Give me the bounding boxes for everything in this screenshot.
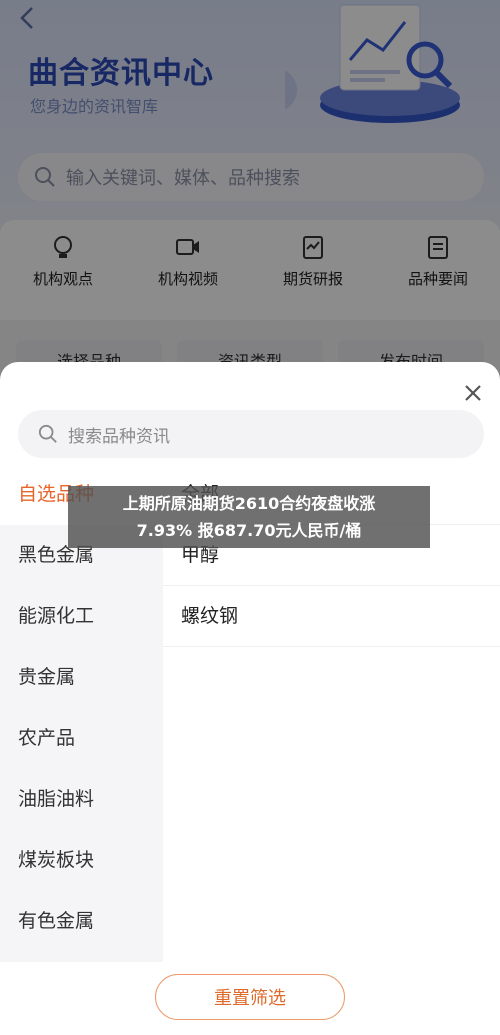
commodity-search-input[interactable]: 搜索品种资讯 bbox=[18, 410, 484, 458]
headline-line2: 7.93% 报687.70元人民币/桶 bbox=[136, 521, 362, 540]
category-item[interactable]: 有色金属 bbox=[0, 891, 163, 952]
headline-line1: 上期所原油期货2610合约夜盘收涨 bbox=[122, 494, 376, 513]
search-icon bbox=[38, 424, 57, 443]
reset-filter-button[interactable]: 重置筛选 bbox=[155, 974, 345, 1020]
category-item[interactable]: 贵金属 bbox=[0, 647, 163, 708]
commodity-item[interactable]: 螺纹钢 bbox=[163, 586, 500, 647]
commodity-search-placeholder: 搜索品种资讯 bbox=[68, 426, 170, 447]
category-item[interactable]: 能源化工 bbox=[0, 586, 163, 647]
category-item[interactable]: 农产品 bbox=[0, 708, 163, 769]
headline-toast: 上期所原油期货2610合约夜盘收涨 7.93% 报687.70元人民币/桶 bbox=[68, 486, 430, 548]
category-item[interactable]: 油脂油料 bbox=[0, 769, 163, 830]
category-item[interactable]: 煤炭板块 bbox=[0, 830, 163, 891]
close-icon[interactable] bbox=[462, 382, 484, 404]
commodity-filter-sheet: 搜索品种资讯 自选品种 黑色金属 能源化工 贵金属 农产品 油脂油料 煤炭板块 … bbox=[0, 362, 500, 1035]
